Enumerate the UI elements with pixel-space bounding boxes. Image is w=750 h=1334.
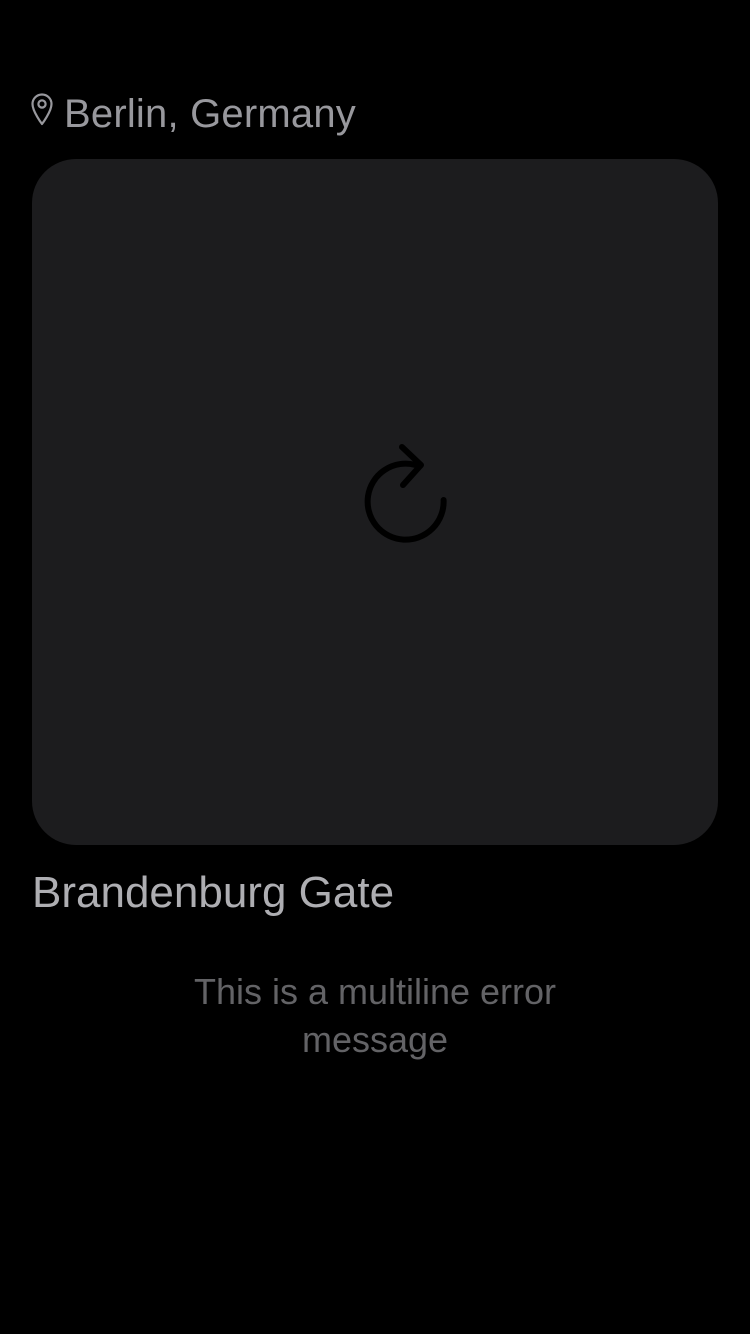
location-row: Berlin, Germany bbox=[30, 90, 356, 138]
reload-button[interactable] bbox=[355, 441, 455, 551]
location-label: Berlin, Germany bbox=[64, 92, 356, 136]
reload-icon bbox=[364, 444, 447, 543]
image-placeholder-card bbox=[32, 159, 718, 845]
error-message: This is a multiline error message bbox=[193, 971, 557, 1060]
map-pin-icon bbox=[30, 92, 54, 126]
place-title: Brandenburg Gate bbox=[32, 868, 395, 917]
